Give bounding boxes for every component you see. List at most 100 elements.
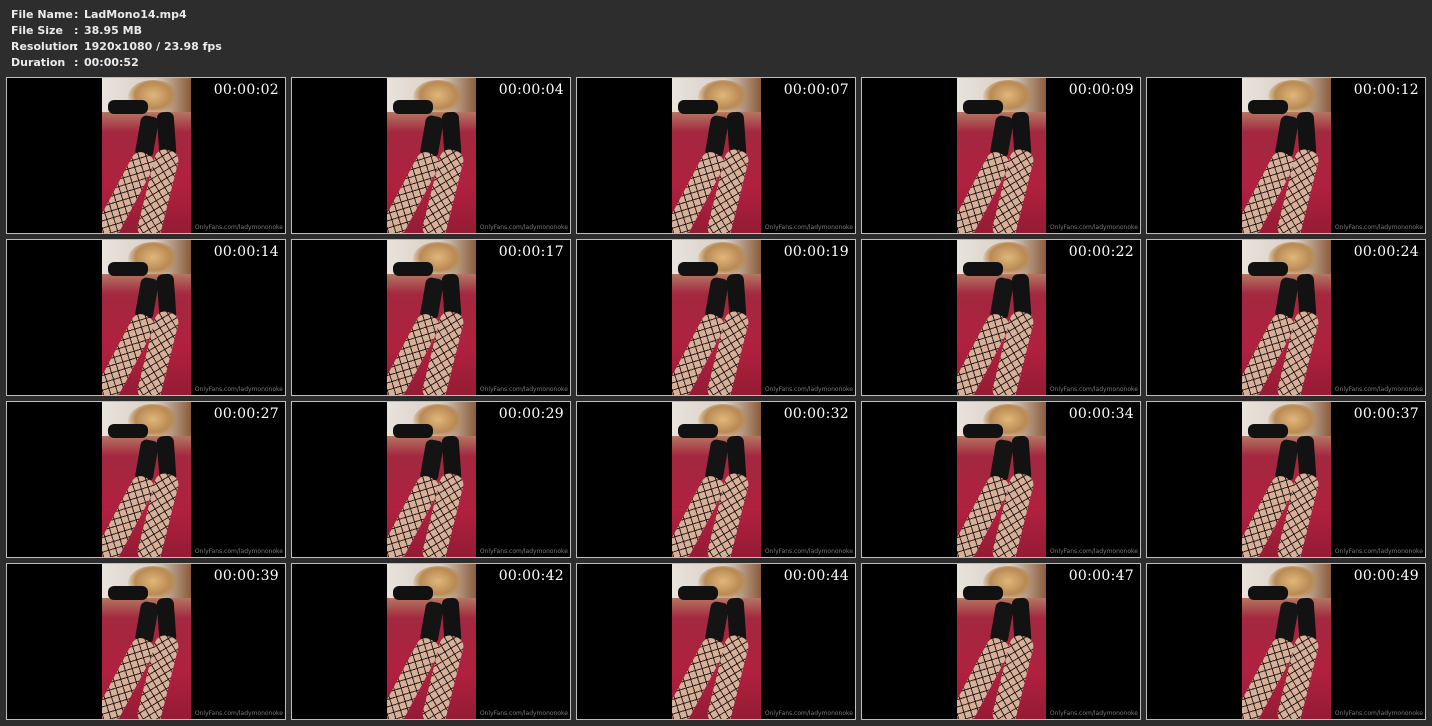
frame-shape-top xyxy=(1248,424,1288,438)
watermark-text: OnlyFans.com/ladymononoke xyxy=(479,386,568,393)
watermark-text: OnlyFans.com/ladymononoke xyxy=(194,386,283,393)
watermark-text: OnlyFans.com/ladymononoke xyxy=(479,710,568,717)
thumbnail-timestamp: 00:00:19 xyxy=(783,244,849,260)
frame-shape-top xyxy=(108,424,148,438)
video-thumbnail: 00:00:37 OnlyFans.com/ladymononoke xyxy=(1146,401,1426,558)
video-frame-image xyxy=(672,78,761,233)
video-frame-image xyxy=(1242,78,1331,233)
video-frame-image xyxy=(102,240,191,395)
video-frame-image xyxy=(102,78,191,233)
watermark-text: OnlyFans.com/ladymononoke xyxy=(764,386,853,393)
video-frame-image xyxy=(672,402,761,557)
file-name-value: LadMono14.mp4 xyxy=(84,8,187,21)
frame-shape-top xyxy=(393,586,433,600)
watermark-text: OnlyFans.com/ladymononoke xyxy=(1049,224,1138,231)
thumbnail-timestamp: 00:00:39 xyxy=(213,568,279,584)
watermark-text: OnlyFans.com/ladymononoke xyxy=(194,710,283,717)
video-thumbnail: 00:00:12 OnlyFans.com/ladymononoke xyxy=(1146,77,1426,234)
frame-shape-top xyxy=(1248,586,1288,600)
thumbnail-timestamp: 00:00:34 xyxy=(1068,406,1134,422)
frame-shape-top xyxy=(963,424,1003,438)
video-frame-image xyxy=(672,564,761,719)
thumbnail-timestamp: 00:00:42 xyxy=(498,568,564,584)
frame-shape-top xyxy=(678,424,718,438)
video-thumbnail: 00:00:09 OnlyFans.com/ladymononoke xyxy=(861,77,1141,234)
video-thumbnail: 00:00:32 OnlyFans.com/ladymononoke xyxy=(576,401,856,558)
duration-row: Duration : 00:00:52 xyxy=(11,55,222,71)
video-thumbnail: 00:00:39 OnlyFans.com/ladymononoke xyxy=(6,563,286,720)
thumbnail-timestamp: 00:00:14 xyxy=(213,244,279,260)
watermark-text: OnlyFans.com/ladymononoke xyxy=(764,710,853,717)
thumbnail-timestamp: 00:00:44 xyxy=(783,568,849,584)
thumbnail-timestamp: 00:00:02 xyxy=(213,82,279,98)
thumbnail-timestamp: 00:00:07 xyxy=(783,82,849,98)
watermark-text: OnlyFans.com/ladymononoke xyxy=(764,224,853,231)
video-thumbnail: 00:00:02 OnlyFans.com/ladymononoke xyxy=(6,77,286,234)
resolution-value: 1920x1080 / 23.98 fps xyxy=(84,40,222,53)
frame-shape-top xyxy=(678,100,718,114)
watermark-text: OnlyFans.com/ladymononoke xyxy=(479,548,568,555)
thumbnail-timestamp: 00:00:27 xyxy=(213,406,279,422)
video-frame-image xyxy=(387,402,476,557)
thumbnail-grid: 00:00:02 OnlyFans.com/ladymononoke 00:00:0… xyxy=(6,77,1426,720)
file-info-header: File Name : LadMono14.mp4 File Size : 38… xyxy=(11,7,222,71)
frame-shape-top xyxy=(963,262,1003,276)
video-frame-image xyxy=(957,78,1046,233)
video-thumbnail: 00:00:04 OnlyFans.com/ladymononoke xyxy=(291,77,571,234)
watermark-text: OnlyFans.com/ladymononoke xyxy=(1334,386,1423,393)
video-thumbnail: 00:00:22 OnlyFans.com/ladymononoke xyxy=(861,239,1141,396)
video-thumbnail: 00:00:17 OnlyFans.com/ladymononoke xyxy=(291,239,571,396)
video-frame-image xyxy=(387,564,476,719)
watermark-text: OnlyFans.com/ladymononoke xyxy=(479,224,568,231)
video-frame-image xyxy=(1242,240,1331,395)
video-thumbnail: 00:00:14 OnlyFans.com/ladymononoke xyxy=(6,239,286,396)
thumbnail-timestamp: 00:00:22 xyxy=(1068,244,1134,260)
watermark-text: OnlyFans.com/ladymononoke xyxy=(1334,224,1423,231)
frame-shape-top xyxy=(1248,100,1288,114)
watermark-text: OnlyFans.com/ladymononoke xyxy=(1334,548,1423,555)
frame-shape-top xyxy=(108,100,148,114)
file-name-row: File Name : LadMono14.mp4 xyxy=(11,7,222,23)
thumbnail-timestamp: 00:00:04 xyxy=(498,82,564,98)
thumbnail-timestamp: 00:00:32 xyxy=(783,406,849,422)
thumbnail-timestamp: 00:00:49 xyxy=(1353,568,1419,584)
thumbnail-timestamp: 00:00:09 xyxy=(1068,82,1134,98)
frame-shape-top xyxy=(108,262,148,276)
file-size-row: File Size : 38.95 MB xyxy=(11,23,222,39)
video-frame-image xyxy=(102,402,191,557)
thumbnail-timestamp: 00:00:47 xyxy=(1068,568,1134,584)
video-thumbnail: 00:00:07 OnlyFans.com/ladymononoke xyxy=(576,77,856,234)
watermark-text: OnlyFans.com/ladymononoke xyxy=(1049,548,1138,555)
video-frame-image xyxy=(672,240,761,395)
resolution-row: Resolution : 1920x1080 / 23.98 fps xyxy=(11,39,222,55)
watermark-text: OnlyFans.com/ladymononoke xyxy=(194,548,283,555)
video-thumbnail: 00:00:27 OnlyFans.com/ladymononoke xyxy=(6,401,286,558)
video-thumbnail: 00:00:34 OnlyFans.com/ladymononoke xyxy=(861,401,1141,558)
video-frame-image xyxy=(1242,402,1331,557)
watermark-text: OnlyFans.com/ladymononoke xyxy=(1049,710,1138,717)
resolution-separator: : xyxy=(74,40,79,53)
video-thumbnail: 00:00:19 OnlyFans.com/ladymononoke xyxy=(576,239,856,396)
file-size-separator: : xyxy=(74,24,79,37)
video-thumbnail: 00:00:47 OnlyFans.com/ladymononoke xyxy=(861,563,1141,720)
file-name-separator: : xyxy=(74,8,79,21)
thumbnail-timestamp: 00:00:12 xyxy=(1353,82,1419,98)
file-name-label: File Name xyxy=(11,8,73,21)
duration-value: 00:00:52 xyxy=(84,56,139,69)
watermark-text: OnlyFans.com/ladymononoke xyxy=(1334,710,1423,717)
watermark-text: OnlyFans.com/ladymononoke xyxy=(1049,386,1138,393)
video-thumbnail: 00:00:42 OnlyFans.com/ladymononoke xyxy=(291,563,571,720)
video-frame-image xyxy=(957,564,1046,719)
video-thumbnail: 00:00:29 OnlyFans.com/ladymononoke xyxy=(291,401,571,558)
video-frame-image xyxy=(102,564,191,719)
video-frame-image xyxy=(957,402,1046,557)
video-frame-image xyxy=(957,240,1046,395)
watermark-text: OnlyFans.com/ladymononoke xyxy=(194,224,283,231)
frame-shape-top xyxy=(393,262,433,276)
duration-label: Duration xyxy=(11,56,66,69)
frame-shape-top xyxy=(1248,262,1288,276)
watermark-text: OnlyFans.com/ladymononoke xyxy=(764,548,853,555)
frame-shape-top xyxy=(108,586,148,600)
thumbnail-timestamp: 00:00:29 xyxy=(498,406,564,422)
video-thumbnail: 00:00:44 OnlyFans.com/ladymononoke xyxy=(576,563,856,720)
